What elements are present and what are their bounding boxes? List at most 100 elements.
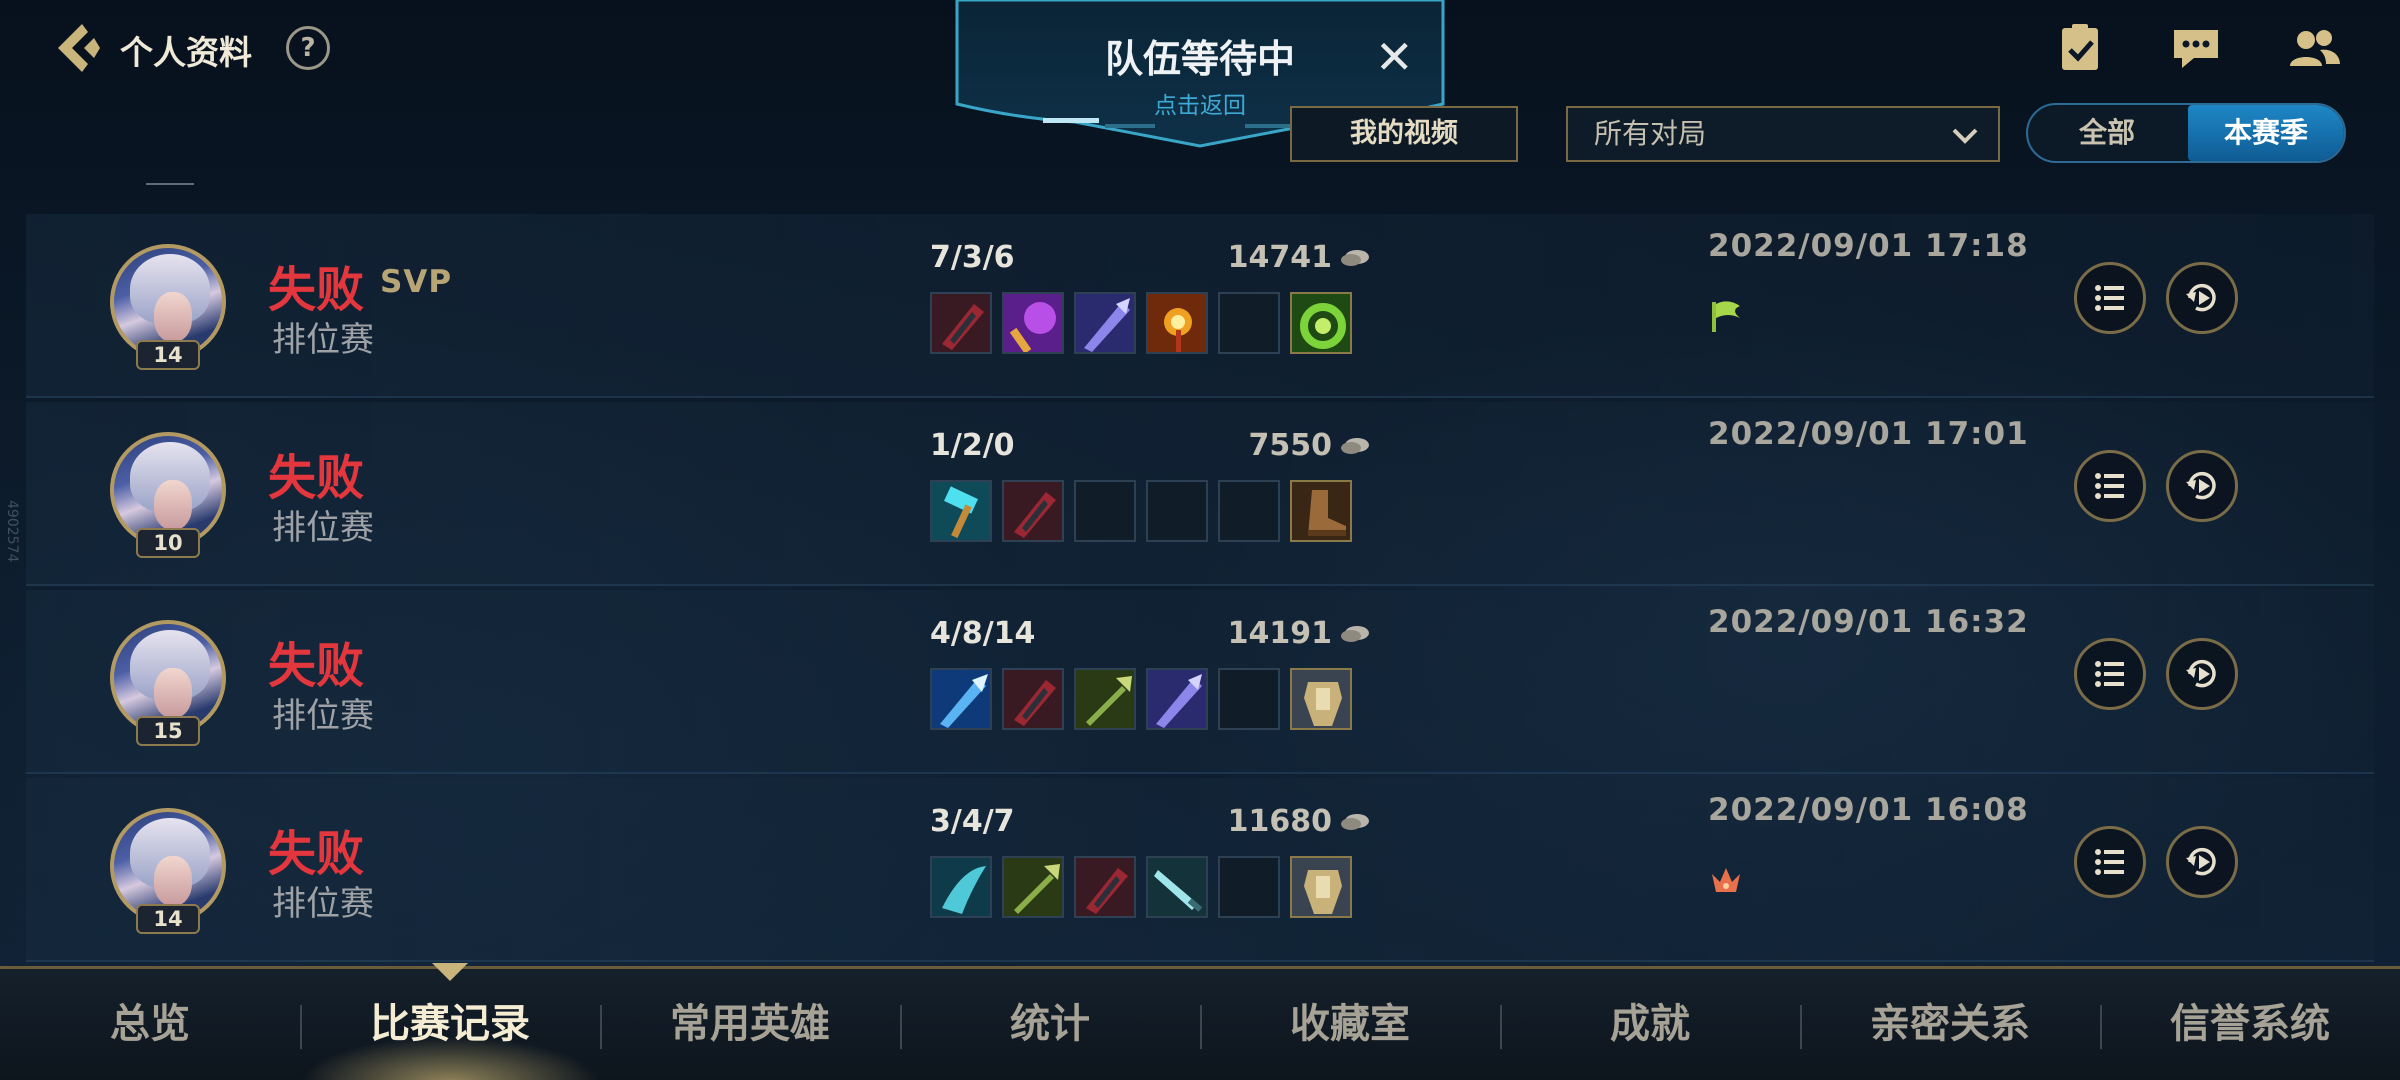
nav-tab[interactable]: 信誉系统	[2100, 969, 2400, 1080]
list-icon	[2095, 849, 2124, 875]
purple-wand-icon	[1004, 294, 1062, 352]
hero-level-badge: 10	[136, 528, 200, 558]
page-title: 个人资料	[120, 33, 252, 72]
dark-blade-icon	[1004, 482, 1062, 540]
match-row[interactable]: 15 失败 排位赛 4/8/14 14191 2022/09/01 16:32	[26, 590, 2374, 774]
hero-avatar[interactable]: 14	[110, 808, 226, 938]
green-ring-icon	[1292, 294, 1350, 352]
match-details-button[interactable]	[2074, 826, 2146, 898]
violet-spear-icon	[1148, 670, 1206, 728]
cyan-hammer-icon	[932, 482, 990, 540]
gold-coins-icon	[1341, 250, 1369, 266]
match-mode: 排位赛	[272, 884, 374, 924]
match-mode: 排位赛	[272, 508, 374, 548]
kda-stat: 7/3/6	[930, 240, 1015, 275]
nav-tab[interactable]: 亲密关系	[1800, 969, 2100, 1080]
item-slot[interactable]	[1002, 668, 1064, 730]
match-replay-button[interactable]	[2166, 826, 2238, 898]
match-replay-button[interactable]	[2166, 450, 2238, 522]
gold-amount: 14191	[1227, 616, 1332, 651]
green-trident-icon	[1076, 670, 1134, 728]
match-row[interactable]: 14 失败 SVP 排位赛 7/3/6 14741 2022/09/01 17:18	[26, 214, 2374, 398]
match-mode: 排位赛	[272, 320, 374, 360]
item-slot[interactable]	[1290, 292, 1352, 354]
item-slot[interactable]	[1290, 668, 1352, 730]
empty-item-slot[interactable]	[1218, 856, 1280, 918]
nav-separator	[600, 1005, 602, 1049]
nav-tab[interactable]: 成就	[1500, 969, 1800, 1080]
item-slot[interactable]	[1290, 856, 1352, 918]
item-slot[interactable]	[1002, 480, 1064, 542]
empty-item-slot[interactable]	[1146, 480, 1208, 542]
friends-icon[interactable]	[2286, 22, 2342, 74]
nav-tab[interactable]: 总览	[0, 969, 300, 1080]
match-replay-button[interactable]	[2166, 262, 2238, 334]
item-slot[interactable]	[1290, 480, 1352, 542]
match-row[interactable]: 10 失败 排位赛 1/2/0 7550 2022/09/01 17:01	[26, 402, 2374, 586]
match-details-button[interactable]	[2074, 262, 2146, 334]
item-slot[interactable]	[1146, 856, 1208, 918]
chat-icon[interactable]	[2168, 22, 2224, 74]
empty-item-slot[interactable]	[1074, 480, 1136, 542]
gold-amount: 11680	[1227, 804, 1332, 839]
flame-staff-icon	[1148, 294, 1206, 352]
dark-blade-icon	[1076, 858, 1134, 916]
blue-spear-icon	[932, 670, 990, 728]
list-icon	[2095, 473, 2124, 499]
teal-claw-icon	[932, 858, 990, 916]
nav-tab[interactable]: 比赛记录	[300, 969, 600, 1080]
item-slot[interactable]	[930, 668, 992, 730]
hero-face-shape	[154, 856, 192, 906]
match-row[interactable]: 14 失败 排位赛 3/4/7 11680 2022/09/01 16:08	[26, 778, 2374, 962]
item-slot[interactable]	[1074, 856, 1136, 918]
empty-item-slot[interactable]	[1218, 480, 1280, 542]
match-date: 2022/09/01 17:18	[1708, 228, 2029, 264]
item-slot[interactable]	[930, 480, 992, 542]
item-slot[interactable]	[930, 856, 992, 918]
profile-screen: 个人资料 ? 队伍等待中 点击返回 ✕ 我的视频 所有对局 全部 本赛季 490…	[0, 0, 2400, 1080]
nav-tab[interactable]: 统计	[900, 969, 1200, 1080]
clipboard-check-icon[interactable]	[2052, 22, 2108, 74]
item-slot[interactable]	[1074, 292, 1136, 354]
replay-icon	[2186, 847, 2216, 876]
list-icon	[2095, 661, 2124, 687]
item-slot[interactable]	[1002, 856, 1064, 918]
item-slot[interactable]	[1146, 668, 1208, 730]
nav-separator	[900, 1005, 902, 1049]
match-type-select[interactable]: 所有对局	[1566, 106, 2000, 162]
nav-tab[interactable]: 收藏室	[1200, 969, 1500, 1080]
item-slot[interactable]	[1002, 292, 1064, 354]
item-slot[interactable]	[1074, 668, 1136, 730]
segment-season[interactable]: 本赛季	[2188, 105, 2344, 161]
match-details-button[interactable]	[2074, 450, 2146, 522]
close-icon[interactable]: ✕	[1375, 34, 1414, 80]
match-result: 失败	[268, 638, 365, 694]
empty-item-slot[interactable]	[1218, 668, 1280, 730]
match-date: 2022/09/01 17:01	[1708, 416, 2029, 452]
match-details-button[interactable]	[2074, 638, 2146, 710]
hero-avatar[interactable]: 15	[110, 620, 226, 750]
segment-all[interactable]: 全部	[2028, 105, 2186, 161]
back-arrow-icon[interactable]	[48, 20, 104, 76]
hero-level-badge: 14	[136, 904, 200, 934]
svp-badge: SVP	[380, 264, 453, 300]
chevron-down-icon	[1952, 128, 1978, 144]
gold-armor-icon	[1292, 670, 1350, 728]
nav-separator	[1500, 1005, 1502, 1049]
side-id-text: 4902574	[4, 500, 20, 563]
empty-item-slot[interactable]	[1218, 292, 1280, 354]
hero-avatar[interactable]: 14	[110, 244, 226, 374]
match-result: 失败	[268, 826, 365, 882]
match-replay-button[interactable]	[2166, 638, 2238, 710]
nav-tab[interactable]: 常用英雄	[600, 969, 900, 1080]
hero-avatar[interactable]: 10	[110, 432, 226, 562]
replay-icon	[2186, 471, 2216, 500]
season-toggle[interactable]: 全部 本赛季	[2026, 103, 2346, 163]
flag-icon	[1712, 301, 1740, 332]
my-videos-button[interactable]: 我的视频	[1290, 106, 1518, 162]
item-slot[interactable]	[1146, 292, 1208, 354]
gold-armor-icon	[1292, 858, 1350, 916]
hero-level-badge: 14	[136, 340, 200, 370]
help-icon[interactable]: ?	[286, 26, 330, 70]
item-slot[interactable]	[930, 292, 992, 354]
